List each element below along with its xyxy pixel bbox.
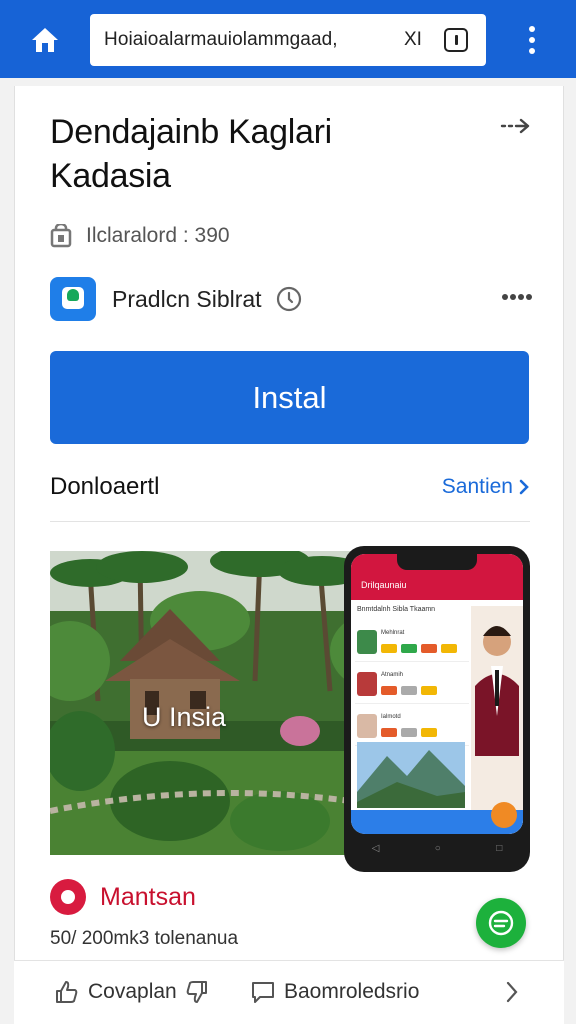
browser-toolbar: Hoiaioalarmauiolammgaad, XI — [0, 0, 576, 78]
home-icon — [32, 28, 58, 52]
brand-name[interactable]: Mantsan — [100, 883, 196, 912]
thumbs-up-icon — [56, 981, 78, 1003]
comment-icon — [252, 982, 274, 1003]
list-item: Mehlnrat — [355, 624, 469, 662]
phone-item-label: Atnamih — [381, 672, 404, 678]
hero-overlay-text: U Insia — [142, 702, 227, 732]
developer-name[interactable]: Pradlcn Siblrat — [112, 286, 262, 313]
phone-item-label: Ialmotd — [381, 714, 401, 720]
phone-list: Mehlnrat Atnamih Ialmotd — [355, 624, 469, 750]
chat-icon — [488, 910, 514, 936]
url-text[interactable]: Hoiaioalarmauiolammgaad, — [104, 29, 398, 51]
thumbs-down-icon — [186, 981, 207, 1003]
clock-icon — [276, 286, 301, 312]
url-bar[interactable]: Hoiaioalarmauiolammgaad, XI — [90, 14, 486, 66]
developer-logo — [50, 277, 96, 321]
chevron-right-icon — [519, 479, 529, 495]
bottom-action-bar: Covaplan Baomroledsrio — [14, 960, 564, 1024]
app-meta: Ilclaralord : 390 — [50, 222, 230, 250]
home-button[interactable] — [26, 22, 64, 58]
phone-header: Drilqaunaiu — [351, 554, 523, 600]
tabs-icon[interactable] — [444, 28, 468, 52]
review-button[interactable]: Baomroledsrio — [250, 977, 419, 1007]
list-item: Ialmotd — [355, 708, 469, 746]
phone-mountain-image — [357, 742, 465, 808]
phone-softkeys: ◁ ○ □ — [371, 842, 503, 854]
phone-person-image — [471, 606, 523, 834]
phone-search-text: Bnmtdalnh Sibla Tkaamn — [357, 606, 436, 613]
app-title: Dendajainb Kaglari Kadasia — [50, 113, 332, 195]
section-link-label: Santien — [441, 475, 513, 498]
share-icon[interactable] — [500, 114, 532, 138]
section-link[interactable]: Santien — [442, 475, 530, 499]
phone-mockup: Drilqaunaiu Bnmtdalnh Sibla Tkaamn Mehln… — [344, 546, 530, 872]
phone-item-label: Mehlnrat — [381, 630, 405, 636]
more-icon[interactable] — [502, 294, 532, 302]
meta-text: Ilclaralord : 390 — [86, 224, 230, 247]
phone-header-text: Drilqaunaiu — [361, 580, 407, 590]
brand-logo — [50, 879, 86, 915]
bottom-item-label: Baomroledsrio — [284, 980, 420, 1003]
list-item: Atnamih — [355, 666, 469, 704]
bottom-item-label: Covaplan — [88, 980, 177, 1003]
developer-row: Pradlcn Siblrat — [50, 276, 532, 322]
menu-icon[interactable] — [522, 26, 542, 54]
brand-row: Mantsan — [50, 878, 196, 916]
install-button[interactable]: Instal — [50, 351, 529, 444]
brand-subtitle: 50/ 200mk3 tolenanua — [50, 928, 239, 949]
url-suffix: XI — [404, 29, 422, 50]
chat-button[interactable] — [476, 898, 526, 948]
section-header: Donloaertl Santien — [50, 470, 530, 504]
rate-button[interactable]: Covaplan — [54, 977, 217, 1007]
phone-fab — [491, 802, 517, 828]
next-button[interactable] — [504, 977, 528, 1007]
section-title: Donloaertl — [50, 473, 160, 500]
lock-icon — [50, 224, 72, 248]
chevron-right-icon — [506, 981, 518, 1003]
divider — [50, 521, 530, 522]
phone-screen: Drilqaunaiu Bnmtdalnh Sibla Tkaamn Mehln… — [351, 554, 523, 834]
